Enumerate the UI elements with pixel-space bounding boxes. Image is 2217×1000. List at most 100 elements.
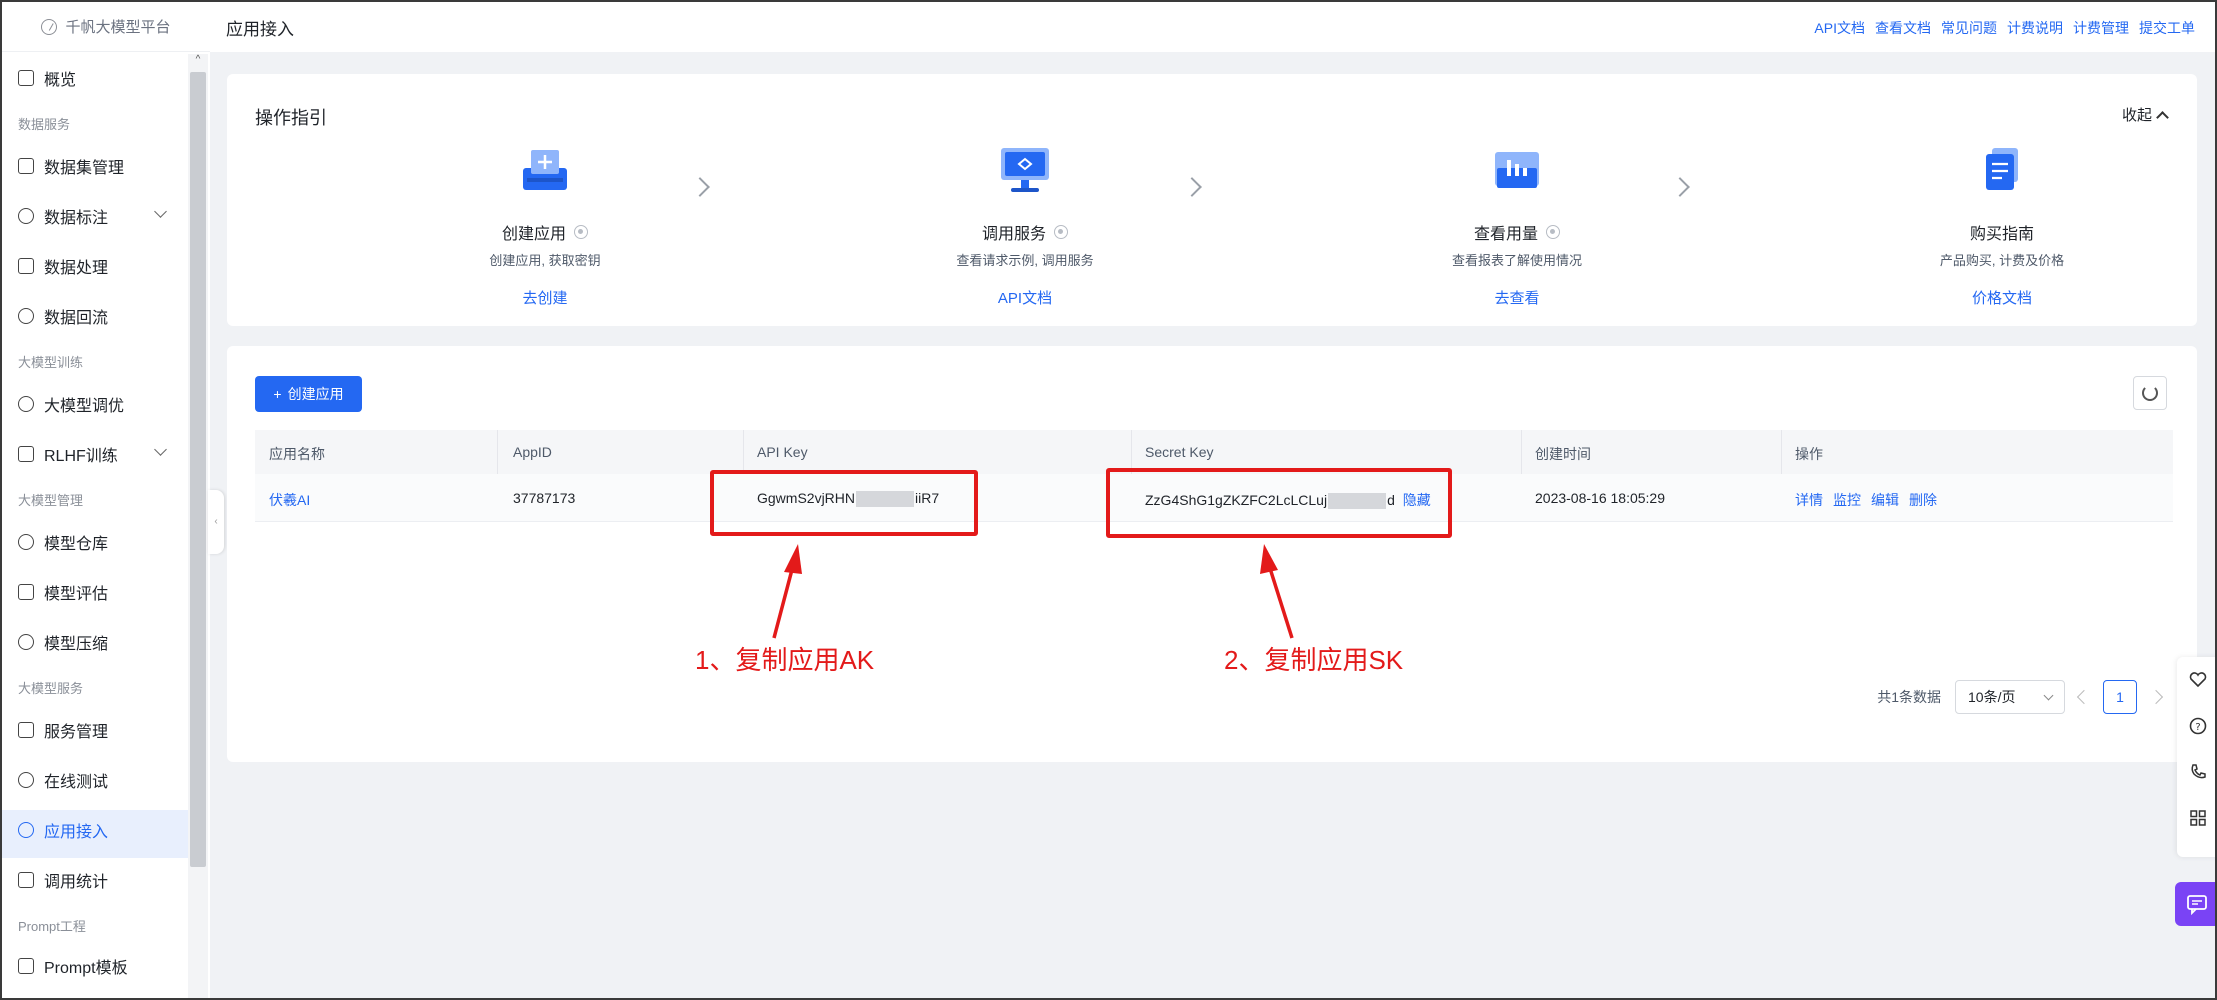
refresh-cycle-icon bbox=[18, 308, 34, 324]
prev-page-icon[interactable] bbox=[2076, 689, 2092, 705]
annotation-arrow-sk bbox=[1260, 544, 1294, 639]
sidebar-collapse-handle[interactable]: ‹ bbox=[208, 490, 224, 554]
annotation-copy-sk: 2、复制应用SK bbox=[1224, 645, 1404, 675]
action-detail[interactable]: 详情 bbox=[1795, 490, 1823, 510]
sidebar-item-model-repo[interactable]: 模型仓库 bbox=[18, 530, 108, 554]
sidebar-item-dataset[interactable]: 数据集管理 bbox=[18, 154, 124, 178]
sidebar-item-label: 调用统计 bbox=[44, 874, 109, 891]
app-list-card: + 创建应用 应用名称 AppID API Key Secret Key 创建时… bbox=[227, 346, 2197, 762]
sidebar-item-label: 数据标注 bbox=[44, 210, 109, 227]
info-icon[interactable] bbox=[1546, 225, 1560, 239]
sidebar-item-label: 数据集管理 bbox=[44, 160, 125, 177]
step-link-api-docs[interactable]: API文档 bbox=[875, 287, 1175, 308]
link-billing-mgmt[interactable]: 计费管理 bbox=[2073, 18, 2129, 38]
sidebar-item-label: 数据回流 bbox=[44, 310, 109, 327]
help-icon[interactable]: ? bbox=[2189, 717, 2207, 735]
chevron-down-icon bbox=[2043, 690, 2054, 700]
app-name-link[interactable]: 伏羲AI bbox=[269, 490, 310, 510]
next-page-icon[interactable] bbox=[2148, 689, 2164, 705]
guide-step-create-app: 创建应用 创建应用, 获取密钥 去创建 bbox=[395, 142, 695, 308]
compress-icon bbox=[18, 634, 34, 650]
total-count: 共1条数据 bbox=[1877, 689, 1941, 705]
step-name: 购买指南 bbox=[1969, 226, 2034, 243]
step-link-view[interactable]: 去查看 bbox=[1367, 287, 1667, 308]
chevron-right-icon bbox=[1670, 177, 1690, 197]
online-test-icon bbox=[18, 772, 34, 788]
platform-logo[interactable]: 千帆大模型平台 bbox=[2, 2, 210, 52]
nav-group-training: 大模型训练 bbox=[18, 355, 84, 370]
chevron-up-icon bbox=[2156, 110, 2169, 124]
nav-group-model-mgmt: 大模型管理 bbox=[18, 493, 84, 508]
nav-group-data-service: 数据服务 bbox=[18, 117, 71, 132]
annotation-arrow-ak bbox=[772, 544, 802, 639]
chat-assistant-button[interactable] bbox=[2175, 882, 2215, 926]
step-desc: 查看请求示例, 调用服务 bbox=[956, 253, 1094, 268]
sidebar-item-backflow[interactable]: 数据回流 bbox=[18, 304, 108, 328]
guide-collapse-button[interactable]: 收起 bbox=[2122, 104, 2169, 125]
processing-icon bbox=[18, 258, 34, 274]
phone-icon[interactable] bbox=[2189, 763, 2207, 781]
step-link-create[interactable]: 去创建 bbox=[395, 287, 695, 308]
page-size-select[interactable]: 10条/页 bbox=[1955, 680, 2065, 714]
column-divider bbox=[1521, 430, 1522, 474]
platform-logo-icon bbox=[41, 18, 58, 35]
sidebar-item-model-eval[interactable]: 模型评估 bbox=[18, 580, 108, 604]
sidebar-item-prompt-template[interactable]: Prompt模板 bbox=[18, 954, 128, 978]
step-name: 查看用量 bbox=[1473, 226, 1538, 243]
service-icon bbox=[18, 722, 34, 738]
info-icon[interactable] bbox=[574, 225, 588, 239]
step-desc: 产品购买, 计费及价格 bbox=[1939, 253, 2065, 268]
chevron-down-icon bbox=[154, 205, 167, 218]
nav-group-model-service: 大模型服务 bbox=[18, 681, 84, 696]
sidebar-scrollbar-thumb[interactable] bbox=[190, 72, 206, 867]
annotation-icon bbox=[18, 208, 34, 224]
action-delete[interactable]: 删除 bbox=[1909, 490, 1937, 510]
link-api-docs[interactable]: API文档 bbox=[1814, 18, 1865, 38]
sidebar-item-app-access[interactable]: 应用接入 bbox=[18, 818, 108, 842]
column-actions: 操作 bbox=[1795, 446, 1823, 462]
create-app-button[interactable]: + 创建应用 bbox=[255, 376, 362, 412]
sidebar-item-annotation[interactable]: 数据标注 bbox=[18, 204, 167, 228]
sidebar-item-label: 服务管理 bbox=[44, 724, 109, 741]
page-title: 应用接入 bbox=[226, 19, 294, 39]
guide-step-call-service: 调用服务 查看请求示例, 调用服务 API文档 bbox=[875, 142, 1175, 308]
evaluation-icon bbox=[18, 584, 34, 600]
sidebar-item-label: 模型压缩 bbox=[44, 636, 109, 653]
column-secret-key: Secret Key bbox=[1145, 444, 1214, 460]
sidebar-item-model-compress[interactable]: 模型压缩 bbox=[18, 630, 108, 654]
row-actions: 详情 监控 编辑 删除 bbox=[1795, 490, 1937, 510]
platform-name: 千帆大模型平台 bbox=[65, 19, 171, 36]
column-app-id: AppID bbox=[513, 444, 552, 460]
sidebar-item-label: Prompt模板 bbox=[44, 960, 128, 977]
feedback-heart-icon[interactable] bbox=[2189, 671, 2207, 689]
step-link-pricing[interactable]: 价格文档 bbox=[1852, 287, 2152, 308]
link-view-docs[interactable]: 查看文档 bbox=[1875, 18, 1931, 38]
action-monitor[interactable]: 监控 bbox=[1833, 490, 1861, 510]
step-desc: 创建应用, 获取密钥 bbox=[489, 253, 601, 268]
link-billing-info[interactable]: 计费说明 bbox=[2007, 18, 2063, 38]
chat-icon bbox=[2187, 895, 2207, 915]
call-service-icon bbox=[997, 142, 1053, 198]
sidebar-item-overview[interactable]: 概览 bbox=[18, 66, 76, 90]
usage-chart-icon bbox=[1489, 142, 1545, 198]
page-number[interactable]: 1 bbox=[2103, 680, 2137, 714]
apps-grid-icon[interactable] bbox=[2189, 809, 2207, 827]
sidebar-item-service-mgmt[interactable]: 服务管理 bbox=[18, 718, 108, 742]
sidebar: 千帆大模型平台 概览 数据服务 数据集管理 数据标注 数据处理 数据回流 大模型… bbox=[2, 2, 210, 998]
sidebar-item-rlhf[interactable]: RLHF训练 bbox=[18, 442, 167, 466]
scroll-up-icon[interactable]: ^ bbox=[192, 54, 204, 66]
chevron-down-icon bbox=[154, 443, 167, 456]
link-faq[interactable]: 常见问题 bbox=[1941, 18, 1997, 38]
link-submit-ticket[interactable]: 提交工单 bbox=[2139, 18, 2195, 38]
step-name: 调用服务 bbox=[981, 226, 1046, 243]
refresh-button[interactable] bbox=[2133, 376, 2167, 410]
nav-group-prompt: Prompt工程 bbox=[18, 919, 86, 934]
operation-guide-card: 操作指引 收起 创建应用 创建应用, 获取密钥 去创建 调用服务 查看请求示例,… bbox=[227, 74, 2197, 326]
sidebar-item-processing[interactable]: 数据处理 bbox=[18, 254, 108, 278]
step-desc: 查看报表了解使用情况 bbox=[1451, 253, 1582, 268]
sidebar-item-finetune[interactable]: 大模型调优 bbox=[18, 392, 124, 416]
action-edit[interactable]: 编辑 bbox=[1871, 490, 1899, 510]
info-icon[interactable] bbox=[1054, 225, 1068, 239]
sidebar-item-online-test[interactable]: 在线测试 bbox=[18, 768, 108, 792]
sidebar-item-call-stats[interactable]: 调用统计 bbox=[18, 868, 108, 892]
